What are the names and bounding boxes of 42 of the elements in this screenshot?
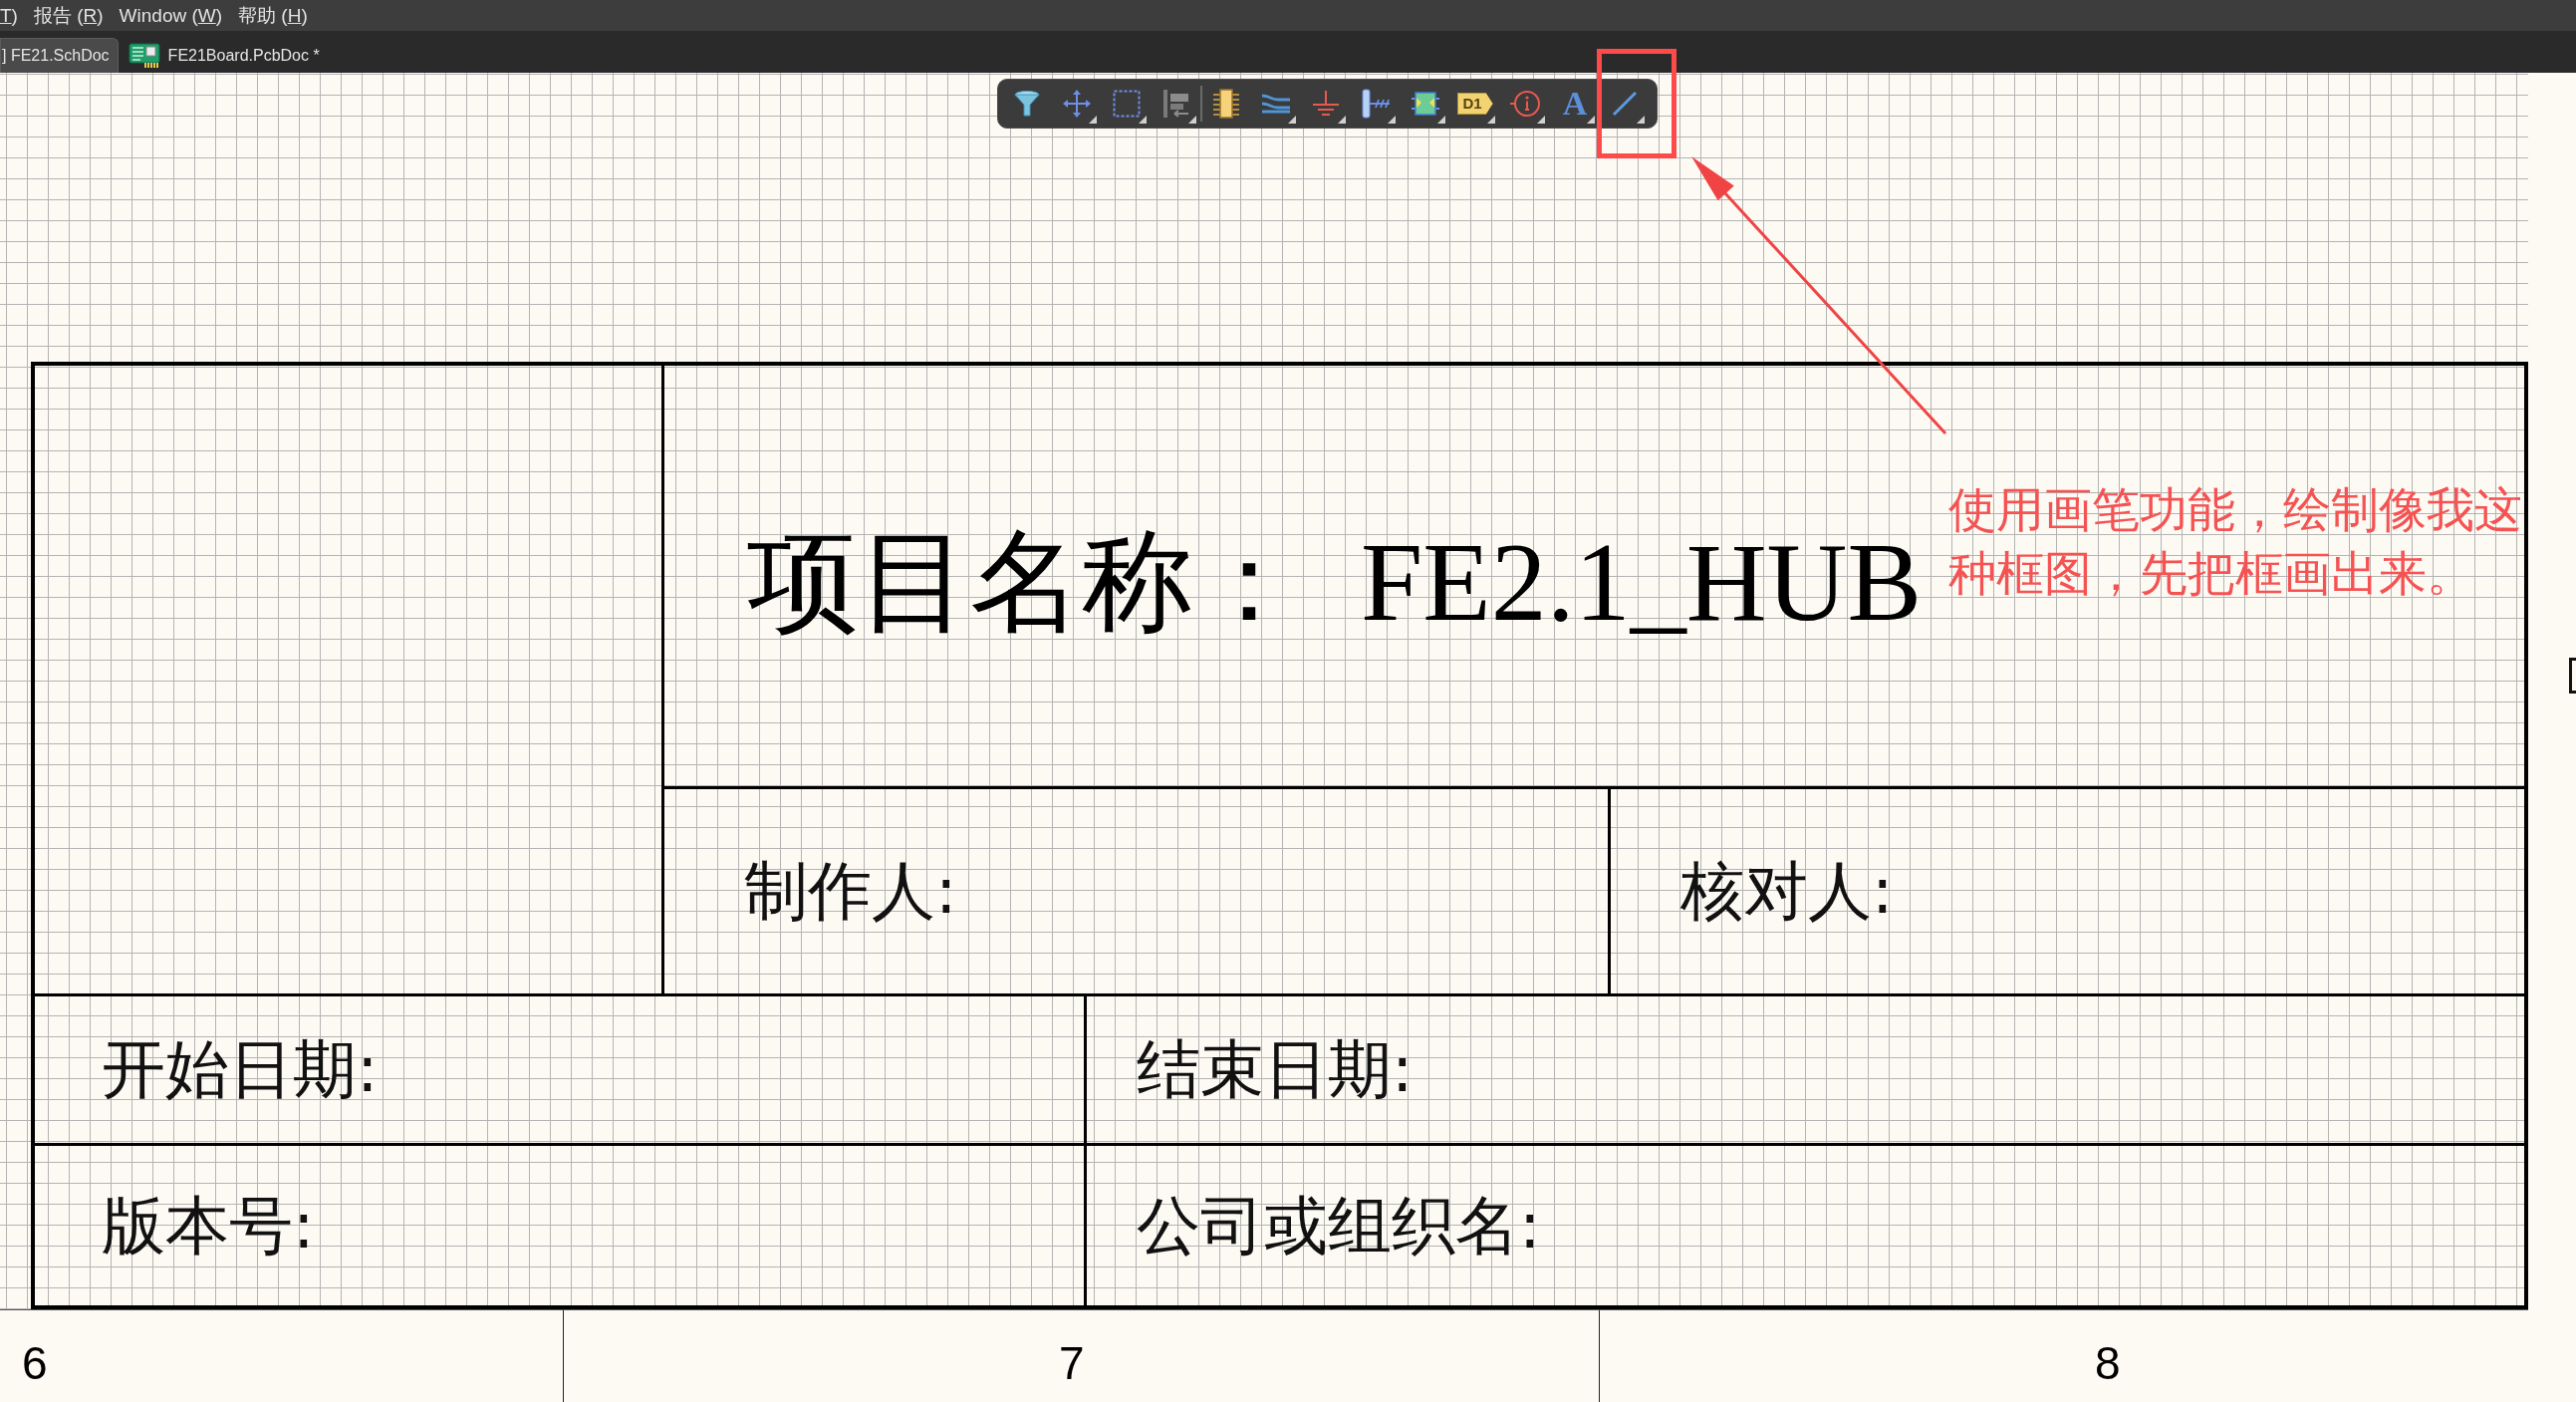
zone-number: 7	[1059, 1337, 1085, 1389]
line-icon	[1612, 91, 1638, 117]
circuit-board-icon	[128, 42, 160, 69]
zone-number: 8	[2095, 1337, 2121, 1389]
dropdown-corner-icon	[1487, 116, 1495, 124]
dropdown-corner-icon	[1587, 116, 1595, 124]
dropdown-corner-icon	[1437, 116, 1445, 124]
menu-item[interactable]: Window (W)	[119, 3, 223, 28]
annotation-text: 使用画笔功能，绘制像我这种框图，先把框画出来。	[1948, 480, 2522, 603]
dropdown-corner-icon	[1388, 116, 1396, 124]
zone-number: 6	[22, 1337, 48, 1389]
field-label: 核对人:	[1680, 853, 1894, 930]
menu-item[interactable]: T)	[0, 3, 18, 28]
dropdown-corner-icon	[1537, 116, 1545, 124]
ground-icon	[1312, 90, 1340, 118]
field-label: 结束日期:	[1137, 1031, 1414, 1108]
menu-item[interactable]: 报告 (R)	[33, 3, 104, 28]
document-tab[interactable]: ] FE21.SchDoc	[0, 38, 119, 73]
dropdown-corner-icon	[1139, 116, 1147, 124]
dropdown-corner-icon	[1637, 116, 1645, 124]
net-label-button[interactable]: D1	[1455, 82, 1495, 126]
chip-icon	[1212, 89, 1240, 119]
wavy-lines-icon	[1261, 92, 1291, 116]
field-label: 公司或组织名:	[1137, 1187, 1541, 1264]
sheet-symbol-icon	[1411, 91, 1440, 117]
dashed-rectangle-icon	[1113, 90, 1141, 118]
dropdown-corner-icon	[1338, 116, 1346, 124]
dropdown-corner-icon	[1089, 116, 1097, 124]
menu-item[interactable]: 帮助 (H)	[238, 3, 308, 28]
field-label: 制作人:	[744, 853, 957, 930]
dropdown-corner-icon	[1188, 116, 1196, 124]
align-bars-icon	[1162, 89, 1190, 119]
document-tab[interactable]: FE21Board.PcbDoc *	[118, 38, 330, 73]
four-way-arrow-icon	[1062, 89, 1092, 119]
bracket-icon	[2569, 658, 2576, 694]
connector-icon	[1361, 89, 1391, 119]
project-title: 项目名称： FE2.1_HUB	[747, 518, 1923, 646]
dropdown-corner-icon	[1288, 116, 1296, 124]
field-label: 版本号:	[102, 1187, 315, 1264]
funnel-icon	[1013, 90, 1041, 118]
info-circle-icon	[1509, 90, 1541, 118]
field-label: 开始日期:	[102, 1031, 379, 1108]
